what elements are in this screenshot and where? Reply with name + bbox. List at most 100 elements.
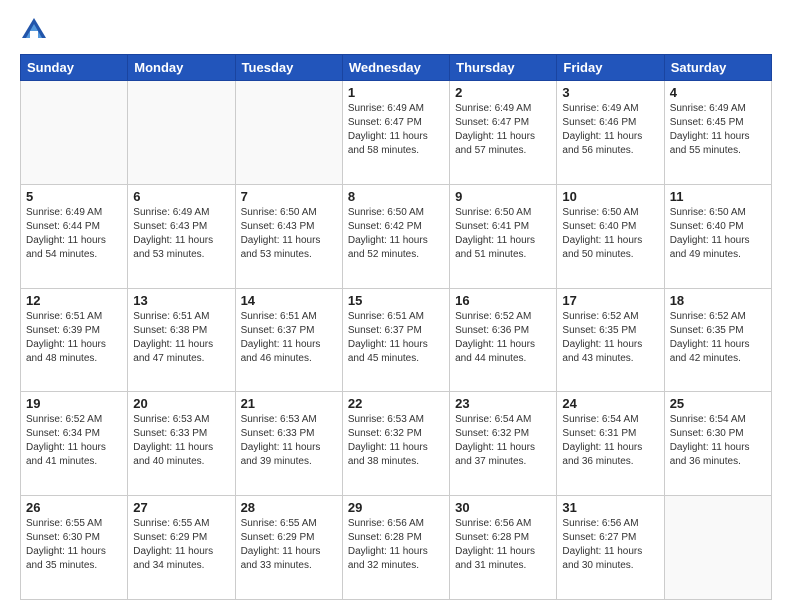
day-info: Sunrise: 6:51 AM Sunset: 6:39 PM Dayligh… (26, 310, 122, 366)
day-number: 28 (241, 500, 337, 515)
day-info: Sunrise: 6:52 AM Sunset: 6:34 PM Dayligh… (26, 413, 122, 469)
day-info: Sunrise: 6:49 AM Sunset: 6:45 PM Dayligh… (670, 102, 766, 158)
calendar-cell (235, 81, 342, 185)
calendar-cell: 7Sunrise: 6:50 AM Sunset: 6:43 PM Daylig… (235, 184, 342, 288)
calendar-cell: 16 Sunrise: 6:52 AM Sunset: 6:36 PM Dayli… (450, 288, 557, 392)
day-info: Sunrise: 6:49 AM Sunset: 6:47 PM Dayligh… (348, 102, 444, 158)
day-info: Sunrise: 6:55 AM Sunset: 6:29 PM Dayligh… (133, 517, 229, 573)
day-number: 2 (455, 85, 551, 100)
day-number: 23 (455, 396, 551, 411)
calendar-cell: 20Sunrise: 6:53 AM Sunset: 6:33 PM Dayli… (128, 392, 235, 496)
calendar-week-2: 12 Sunrise: 6:51 AM Sunset: 6:39 PM Dayli… (21, 288, 772, 392)
day-number: 9 (455, 189, 551, 204)
day-info: Sunrise: 6:56 AM Sunset: 6:27 PM Dayligh… (562, 517, 658, 573)
day-number: 14 (241, 293, 337, 308)
weekday-header-tuesday: Tuesday (235, 55, 342, 81)
day-info: Sunrise: 6:51 AM Sunset: 6:37 PM Dayligh… (348, 310, 444, 366)
calendar-cell: 15 Sunrise: 6:51 AM Sunset: 6:37 PM Dayli… (342, 288, 449, 392)
day-info: Sunrise: 6:50 AM Sunset: 6:41 PM Dayligh… (455, 206, 551, 262)
day-number: 21 (241, 396, 337, 411)
weekday-header-sunday: Sunday (21, 55, 128, 81)
calendar-cell (128, 81, 235, 185)
weekday-header-monday: Monday (128, 55, 235, 81)
day-info: Sunrise: 6:53 AM Sunset: 6:33 PM Dayligh… (241, 413, 337, 469)
weekday-header-saturday: Saturday (664, 55, 771, 81)
day-number: 7 (241, 189, 337, 204)
day-info: Sunrise: 6:55 AM Sunset: 6:29 PM Dayligh… (241, 517, 337, 573)
day-number: 25 (670, 396, 766, 411)
day-info: Sunrise: 6:54 AM Sunset: 6:31 PM Dayligh… (562, 413, 658, 469)
day-number: 24 (562, 396, 658, 411)
calendar-cell: 4 Sunrise: 6:49 AM Sunset: 6:45 PM Daylig… (664, 81, 771, 185)
calendar-week-3: 19 Sunrise: 6:52 AM Sunset: 6:34 PM Dayli… (21, 392, 772, 496)
calendar-cell: 8 Sunrise: 6:50 AM Sunset: 6:42 PM Daylig… (342, 184, 449, 288)
calendar-cell (21, 81, 128, 185)
day-number: 15 (348, 293, 444, 308)
calendar-cell: 14Sunrise: 6:51 AM Sunset: 6:37 PM Dayli… (235, 288, 342, 392)
calendar-cell: 24 Sunrise: 6:54 AM Sunset: 6:31 PM Dayli… (557, 392, 664, 496)
weekday-header-friday: Friday (557, 55, 664, 81)
calendar-cell: 13 Sunrise: 6:51 AM Sunset: 6:38 PM Dayli… (128, 288, 235, 392)
day-number: 27 (133, 500, 229, 515)
calendar-cell: 12 Sunrise: 6:51 AM Sunset: 6:39 PM Dayli… (21, 288, 128, 392)
calendar-table: SundayMondayTuesdayWednesdayThursdayFrid… (20, 54, 772, 600)
day-info: Sunrise: 6:50 AM Sunset: 6:40 PM Dayligh… (670, 206, 766, 262)
weekday-row: SundayMondayTuesdayWednesdayThursdayFrid… (21, 55, 772, 81)
day-info: Sunrise: 6:56 AM Sunset: 6:28 PM Dayligh… (455, 517, 551, 573)
calendar-cell: 29 Sunrise: 6:56 AM Sunset: 6:28 PM Dayli… (342, 496, 449, 600)
page: SundayMondayTuesdayWednesdayThursdayFrid… (0, 0, 792, 612)
calendar-header: SundayMondayTuesdayWednesdayThursdayFrid… (21, 55, 772, 81)
day-info: Sunrise: 6:52 AM Sunset: 6:35 PM Dayligh… (562, 310, 658, 366)
day-number: 16 (455, 293, 551, 308)
calendar-cell: 10 Sunrise: 6:50 AM Sunset: 6:40 PM Dayli… (557, 184, 664, 288)
day-number: 12 (26, 293, 122, 308)
day-info: Sunrise: 6:51 AM Sunset: 6:38 PM Dayligh… (133, 310, 229, 366)
day-info: Sunrise: 6:52 AM Sunset: 6:36 PM Dayligh… (455, 310, 551, 366)
calendar-cell: 5Sunrise: 6:49 AM Sunset: 6:44 PM Daylig… (21, 184, 128, 288)
day-info: Sunrise: 6:49 AM Sunset: 6:46 PM Dayligh… (562, 102, 658, 158)
calendar-cell: 31 Sunrise: 6:56 AM Sunset: 6:27 PM Dayli… (557, 496, 664, 600)
day-info: Sunrise: 6:56 AM Sunset: 6:28 PM Dayligh… (348, 517, 444, 573)
calendar-cell: 19 Sunrise: 6:52 AM Sunset: 6:34 PM Dayli… (21, 392, 128, 496)
day-info: Sunrise: 6:50 AM Sunset: 6:40 PM Dayligh… (562, 206, 658, 262)
day-info: Sunrise: 6:53 AM Sunset: 6:33 PM Dayligh… (133, 413, 229, 469)
calendar-cell: 26 Sunrise: 6:55 AM Sunset: 6:30 PM Dayli… (21, 496, 128, 600)
calendar-cell: 21 Sunrise: 6:53 AM Sunset: 6:33 PM Dayli… (235, 392, 342, 496)
calendar-cell: 27 Sunrise: 6:55 AM Sunset: 6:29 PM Dayli… (128, 496, 235, 600)
day-number: 31 (562, 500, 658, 515)
calendar-cell: 1 Sunrise: 6:49 AM Sunset: 6:47 PM Daylig… (342, 81, 449, 185)
day-info: Sunrise: 6:55 AM Sunset: 6:30 PM Dayligh… (26, 517, 122, 573)
calendar-cell: 18Sunrise: 6:52 AM Sunset: 6:35 PM Dayli… (664, 288, 771, 392)
calendar-cell: 22Sunrise: 6:53 AM Sunset: 6:32 PM Dayli… (342, 392, 449, 496)
weekday-header-wednesday: Wednesday (342, 55, 449, 81)
day-info: Sunrise: 6:53 AM Sunset: 6:32 PM Dayligh… (348, 413, 444, 469)
day-info: Sunrise: 6:52 AM Sunset: 6:35 PM Dayligh… (670, 310, 766, 366)
day-number: 11 (670, 189, 766, 204)
calendar-week-0: 1 Sunrise: 6:49 AM Sunset: 6:47 PM Daylig… (21, 81, 772, 185)
calendar-week-1: 5Sunrise: 6:49 AM Sunset: 6:44 PM Daylig… (21, 184, 772, 288)
day-info: Sunrise: 6:50 AM Sunset: 6:42 PM Dayligh… (348, 206, 444, 262)
calendar-cell: 23 Sunrise: 6:54 AM Sunset: 6:32 PM Dayli… (450, 392, 557, 496)
calendar-cell: 3Sunrise: 6:49 AM Sunset: 6:46 PM Daylig… (557, 81, 664, 185)
day-number: 8 (348, 189, 444, 204)
day-number: 19 (26, 396, 122, 411)
day-number: 29 (348, 500, 444, 515)
calendar-cell: 28 Sunrise: 6:55 AM Sunset: 6:29 PM Dayli… (235, 496, 342, 600)
day-info: Sunrise: 6:49 AM Sunset: 6:44 PM Dayligh… (26, 206, 122, 262)
calendar-cell: 30Sunrise: 6:56 AM Sunset: 6:28 PM Dayli… (450, 496, 557, 600)
calendar-cell: 6Sunrise: 6:49 AM Sunset: 6:43 PM Daylig… (128, 184, 235, 288)
day-number: 26 (26, 500, 122, 515)
day-info: Sunrise: 6:54 AM Sunset: 6:30 PM Dayligh… (670, 413, 766, 469)
day-number: 6 (133, 189, 229, 204)
calendar-cell: 17Sunrise: 6:52 AM Sunset: 6:35 PM Dayli… (557, 288, 664, 392)
calendar-body: 1 Sunrise: 6:49 AM Sunset: 6:47 PM Daylig… (21, 81, 772, 600)
calendar-cell: 2Sunrise: 6:49 AM Sunset: 6:47 PM Daylig… (450, 81, 557, 185)
day-number: 13 (133, 293, 229, 308)
logo (20, 16, 52, 44)
day-number: 1 (348, 85, 444, 100)
logo-icon (20, 16, 48, 44)
day-number: 4 (670, 85, 766, 100)
day-number: 10 (562, 189, 658, 204)
day-info: Sunrise: 6:54 AM Sunset: 6:32 PM Dayligh… (455, 413, 551, 469)
calendar-cell: 9 Sunrise: 6:50 AM Sunset: 6:41 PM Daylig… (450, 184, 557, 288)
